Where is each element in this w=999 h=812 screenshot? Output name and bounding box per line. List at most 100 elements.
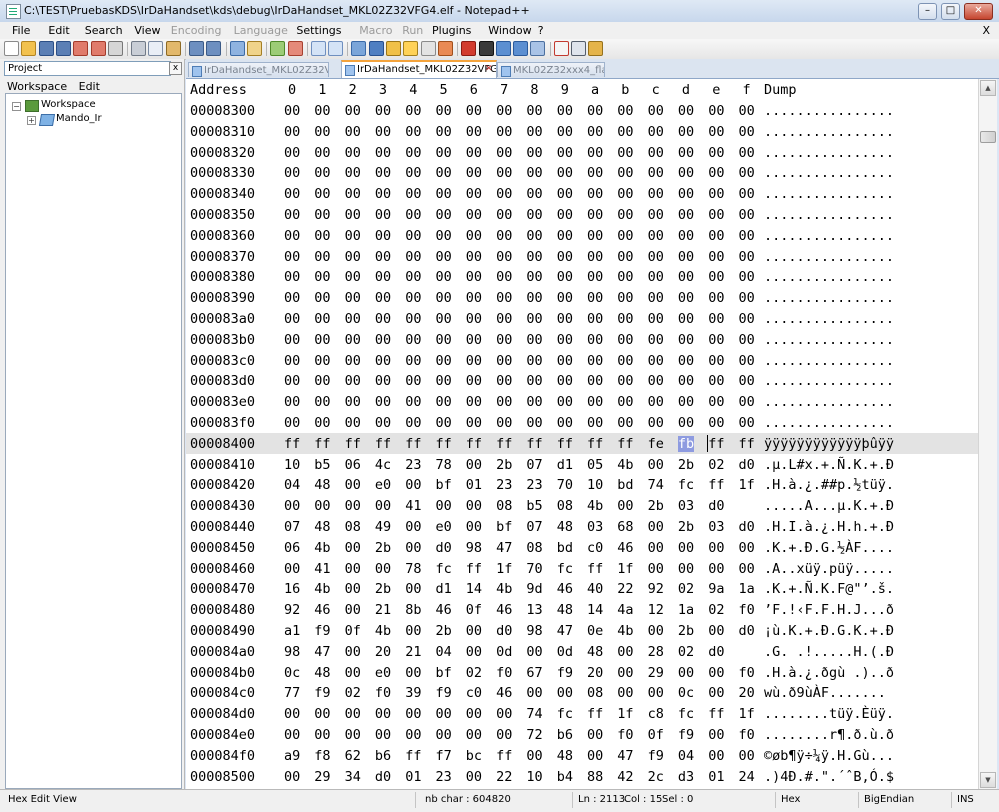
hex-byte[interactable]: 00 (708, 415, 724, 431)
hex-byte[interactable]: 00 (557, 186, 573, 202)
hex-byte[interactable]: 78 (436, 457, 452, 473)
hex-byte[interactable]: 00 (708, 186, 724, 202)
menu-settings[interactable]: Settings (296, 24, 341, 37)
hex-byte[interactable]: 00 (466, 228, 482, 244)
hex-byte[interactable]: 00 (405, 373, 421, 389)
hex-byte[interactable]: f7 (436, 748, 452, 764)
hex-byte[interactable]: 08 (496, 498, 512, 514)
hex-byte[interactable]: 02 (708, 602, 724, 618)
hex-byte[interactable]: 00 (739, 103, 755, 119)
hex-byte[interactable]: 00 (587, 145, 603, 161)
hex-byte[interactable]: 21 (405, 644, 421, 660)
hex-byte[interactable]: 00 (526, 249, 542, 265)
hex-byte[interactable]: 00 (617, 498, 633, 514)
hex-byte[interactable]: 00 (526, 207, 542, 223)
hex-byte[interactable]: 00 (526, 415, 542, 431)
hex-byte[interactable]: 00 (284, 290, 300, 306)
hex-byte[interactable]: 00 (739, 540, 755, 556)
hex-byte[interactable]: 00 (648, 685, 664, 701)
hex-byte[interactable]: 04 (678, 748, 694, 764)
hex-byte[interactable]: 00 (739, 561, 755, 577)
hex-byte[interactable]: 00 (617, 353, 633, 369)
tree-item-workspace[interactable]: Workspace (41, 99, 96, 110)
hex-byte[interactable]: ff (708, 477, 724, 493)
hex-byte[interactable]: f0 (496, 665, 512, 681)
menu-window[interactable]: Window (488, 24, 531, 37)
hex-byte[interactable]: 00 (405, 186, 421, 202)
row-dump[interactable]: ................ (764, 165, 894, 181)
hex-byte[interactable]: 46 (617, 540, 633, 556)
hex-byte[interactable]: ff (739, 436, 755, 452)
row-dump[interactable]: .K.+.Ñ.K.F@"’.š. (764, 581, 894, 597)
hex-byte[interactable]: 1a (739, 581, 755, 597)
hex-byte[interactable]: 04 (284, 477, 300, 493)
hex-byte[interactable]: 01 (708, 769, 724, 785)
hex-byte[interactable]: f0 (739, 727, 755, 743)
hex-byte[interactable]: 00 (314, 249, 330, 265)
hex-byte[interactable]: d0 (375, 769, 391, 785)
hex-byte[interactable]: 49 (375, 519, 391, 535)
maximize-button[interactable]: □ (941, 3, 960, 20)
hex-byte[interactable]: 00 (648, 186, 664, 202)
hex-byte[interactable]: 00 (466, 373, 482, 389)
new-file-icon[interactable] (4, 41, 19, 56)
hex-byte[interactable]: 4b (617, 457, 633, 473)
hex-byte[interactable]: 00 (587, 103, 603, 119)
hex-byte[interactable]: 00 (375, 165, 391, 181)
hex-byte[interactable]: 0f (345, 623, 361, 639)
hex-byte[interactable]: 00 (557, 228, 573, 244)
hex-byte[interactable]: 00 (436, 186, 452, 202)
hex-byte[interactable]: 07 (526, 519, 542, 535)
hex-byte[interactable]: 01 (405, 769, 421, 785)
hex-byte[interactable]: 03 (708, 519, 724, 535)
hex-byte[interactable]: 00 (314, 290, 330, 306)
scroll-up-icon[interactable]: ▲ (980, 80, 996, 96)
hex-byte[interactable]: 00 (284, 228, 300, 244)
hex-byte[interactable]: 40 (587, 581, 603, 597)
hex-byte[interactable]: 00 (678, 353, 694, 369)
row-dump[interactable]: ©øb¶ÿ÷¼ÿ.H.Gù... (764, 748, 894, 764)
hex-byte[interactable]: 00 (496, 311, 512, 327)
hex-byte[interactable]: 00 (405, 415, 421, 431)
hex-byte[interactable]: 2b (496, 457, 512, 473)
tab-irdahandset-elf[interactable]: IrDaHandset_MKL02Z32VFG4.elf ✕ (341, 60, 497, 78)
hex-byte[interactable]: 00 (557, 103, 573, 119)
hex-byte[interactable]: 00 (617, 228, 633, 244)
hex-byte[interactable]: 02 (708, 457, 724, 473)
hex-byte[interactable]: bf (436, 665, 452, 681)
hex-byte[interactable]: 00 (436, 290, 452, 306)
hex-byte[interactable]: 00 (617, 665, 633, 681)
hex-byte[interactable]: 00 (708, 207, 724, 223)
hex-byte[interactable]: ff (284, 436, 300, 452)
row-dump[interactable]: ................ (764, 207, 894, 223)
row-dump[interactable]: ................ (764, 228, 894, 244)
hex-row[interactable]: 00008460 00 41 00 00 78 fc ff 1f 70 fc ff 1f 00 00 00 00… (186, 558, 978, 579)
row-dump[interactable]: ÿÿÿÿÿÿÿÿÿÿÿÿþûÿÿ (764, 436, 894, 452)
hex-byte[interactable]: 42 (617, 769, 633, 785)
hex-byte[interactable]: 00 (345, 311, 361, 327)
hex-byte[interactable]: 02 (678, 644, 694, 660)
hex-editor[interactable]: Address 0 1 2 3 4 5 6 7 8 9 a b c d e f Dump 00008300 00 00… (186, 79, 978, 789)
hex-byte[interactable]: 00 (678, 207, 694, 223)
hex-byte[interactable]: b5 (526, 498, 542, 514)
hex-byte[interactable]: 08 (345, 519, 361, 535)
hex-byte[interactable]: 00 (739, 394, 755, 410)
close-document-button[interactable]: X (982, 24, 990, 37)
hex-row[interactable]: 000084b0 0c 48 00 e0 00 bf 02 f0 67 f9 20 00 29 00 00 f0… (186, 662, 978, 683)
hex-byte[interactable]: 00 (314, 706, 330, 722)
hex-row[interactable]: 00008340 00 00 00 00 00 00 00 00 00 00 00 00 00 00 00 00… (186, 183, 978, 204)
hex-byte[interactable]: 00 (617, 644, 633, 660)
hex-byte[interactable]: 92 (284, 602, 300, 618)
menu-edit[interactable]: Edit (48, 24, 69, 37)
hex-byte[interactable]: fe (648, 436, 664, 452)
row-dump[interactable]: ................ (764, 269, 894, 285)
row-dump[interactable]: ................ (764, 124, 894, 140)
hex-byte[interactable]: ff (708, 436, 724, 452)
doc-map-icon[interactable] (403, 41, 419, 56)
hex-byte[interactable]: 34 (345, 769, 361, 785)
hex-byte[interactable]: 48 (314, 519, 330, 535)
hex-byte[interactable]: ff (375, 436, 391, 452)
hex-row[interactable]: 00008370 00 00 00 00 00 00 00 00 00 00 00 00 00 00 00 00… (186, 246, 978, 267)
hex-byte[interactable]: 46 (314, 602, 330, 618)
hex-row[interactable]: 00008400 ff ff ff ff ff ff ff ff ff ff ff ff fe fb ff ff… (186, 432, 978, 454)
